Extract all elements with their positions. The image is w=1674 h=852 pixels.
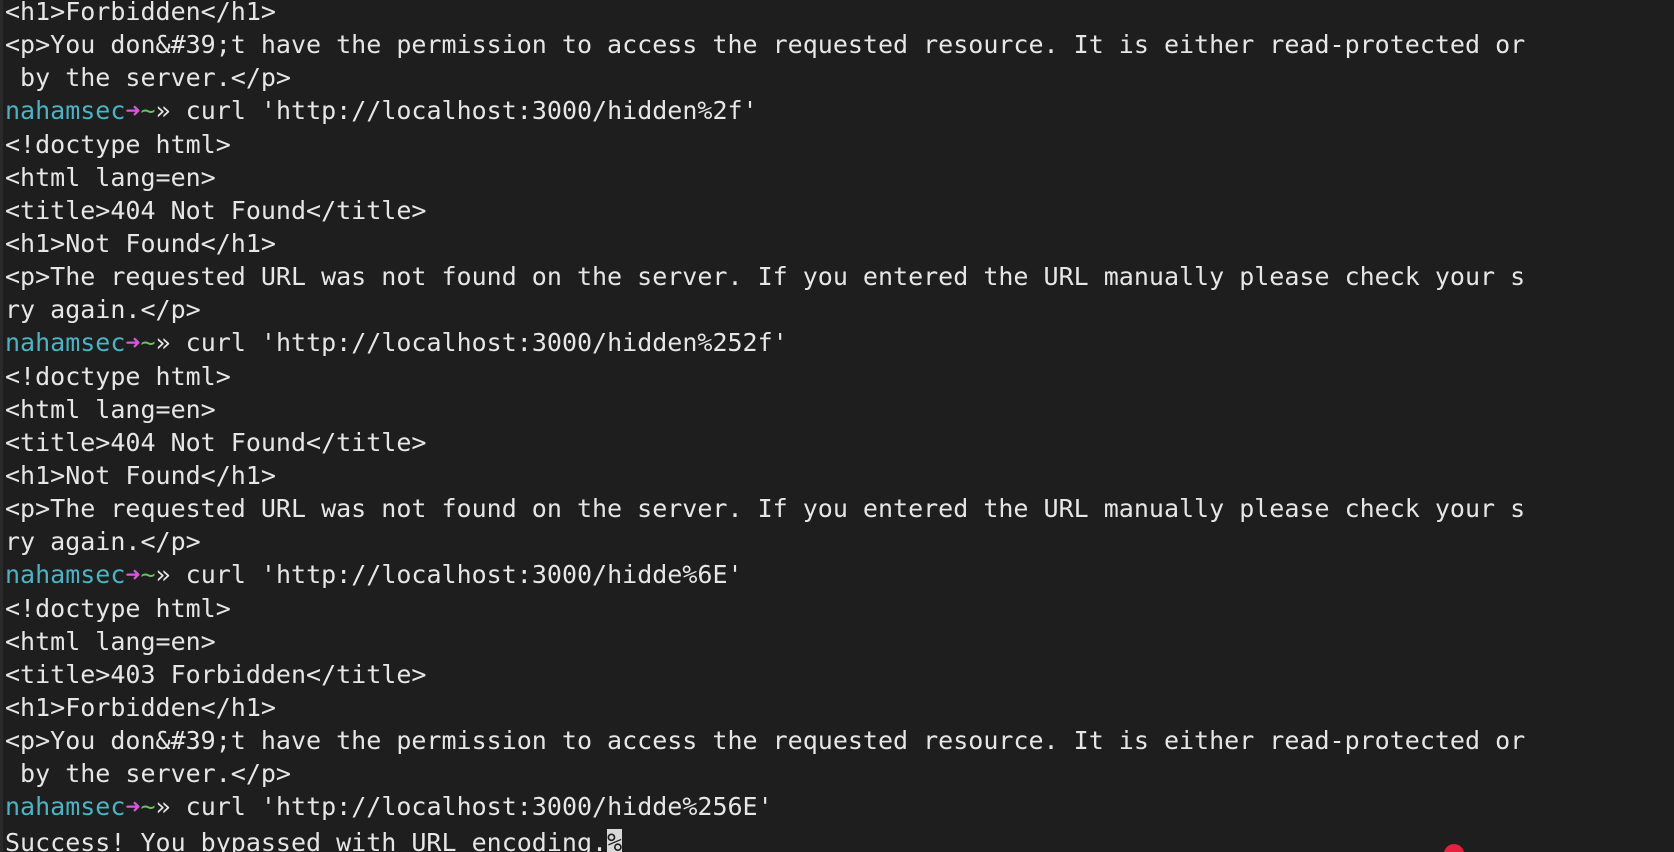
command-text: curl 'http://localhost:3000/hidden%252f' <box>170 328 788 358</box>
output-line-last: Success! You bypassed with URL encoding.… <box>5 827 1674 852</box>
output-text: <html lang=en> <box>5 162 216 192</box>
prompt-arrow-icon: ➜ <box>125 792 141 822</box>
prompt-dir: ~ <box>140 328 156 358</box>
terminal-window[interactable]: <h1>Forbidden</h1> <p>You don&#39;t have… <box>0 0 1674 852</box>
output-line: by the server.</p> <box>5 63 1674 99</box>
output-line: <html lang=en> <box>5 162 1674 199</box>
output-line: <h1>Not Found</h1> <box>5 460 1674 497</box>
output-text: <h1>Forbidden</h1> <box>5 692 276 722</box>
output-text: <html lang=en> <box>5 626 216 656</box>
prompt-dir: ~ <box>140 560 156 590</box>
command-text: curl 'http://localhost:3000/hidde%256E' <box>170 792 773 822</box>
prompt-user: nahamsec <box>5 560 126 590</box>
output-line: <title>404 Not Found</title> <box>5 427 1674 464</box>
output-line: by the server.</p> <box>5 759 1674 795</box>
output-line: <title>404 Not Found</title> <box>5 195 1674 232</box>
output-text: <title>404 Not Found</title> <box>5 427 427 457</box>
terminal-cursor[interactable]: % <box>607 828 623 852</box>
output-line: <!doctype html> <box>5 593 1674 630</box>
output-text: <p>The requested URL was not found on th… <box>5 262 1526 292</box>
prompt-chevron-icon: » <box>155 96 171 126</box>
output-line: <h1>Forbidden</h1> <box>5 0 1674 33</box>
prompt-user: nahamsec <box>5 328 126 358</box>
output-text: by the server.</p> <box>5 759 291 789</box>
output-text: <h1>Forbidden</h1> <box>5 0 276 26</box>
prompt-dir: ~ <box>140 792 156 822</box>
window-left-edge <box>0 0 3 852</box>
output-text: ry again.</p> <box>5 295 201 325</box>
prompt-chevron-icon: » <box>155 328 171 358</box>
output-text: <p>The requested URL was not found on th… <box>5 494 1526 524</box>
output-text: Success! You bypassed with URL encoding. <box>5 827 608 852</box>
output-text: <p>You don&#39;t have the permission to … <box>5 30 1526 60</box>
output-text: <title>404 Not Found</title> <box>5 195 427 225</box>
prompt-dir: ~ <box>140 96 156 126</box>
command-line: nahamsec➜~» curl 'http://localhost:3000/… <box>5 792 1674 828</box>
output-line: <html lang=en> <box>5 626 1674 663</box>
prompt-user: nahamsec <box>5 96 126 126</box>
prompt-arrow-icon: ➜ <box>125 560 141 590</box>
prompt-user: nahamsec <box>5 792 126 822</box>
output-text: by the server.</p> <box>5 63 291 93</box>
output-line: <title>403 Forbidden</title> <box>5 659 1674 696</box>
command-line: nahamsec➜~» curl 'http://localhost:3000/… <box>5 96 1674 132</box>
output-text: ry again.</p> <box>5 527 201 557</box>
output-text: <h1>Not Found</h1> <box>5 460 276 490</box>
output-line: <h1>Forbidden</h1> <box>5 692 1674 729</box>
output-text: <h1>Not Found</h1> <box>5 228 276 258</box>
output-text: <!doctype html> <box>5 129 231 159</box>
output-line: ry again.</p> <box>5 527 1674 563</box>
output-line: <!doctype html> <box>5 361 1674 398</box>
command-line: nahamsec➜~» curl 'http://localhost:3000/… <box>5 328 1674 364</box>
output-line: <!doctype html> <box>5 129 1674 166</box>
output-line: <p>The requested URL was not found on th… <box>5 494 1674 530</box>
output-line: <html lang=en> <box>5 394 1674 431</box>
output-text: <title>403 Forbidden</title> <box>5 659 427 689</box>
prompt-chevron-icon: » <box>155 560 171 590</box>
output-line: <p>You don&#39;t have the permission to … <box>5 30 1674 66</box>
output-text: <p>You don&#39;t have the permission to … <box>5 726 1526 756</box>
prompt-arrow-icon: ➜ <box>125 96 141 126</box>
prompt-arrow-icon: ➜ <box>125 328 141 358</box>
output-text: <!doctype html> <box>5 593 231 623</box>
output-text: <html lang=en> <box>5 394 216 424</box>
output-line: ry again.</p> <box>5 295 1674 331</box>
prompt-chevron-icon: » <box>155 792 171 822</box>
output-line: <p>You don&#39;t have the permission to … <box>5 726 1674 762</box>
command-line: nahamsec➜~» curl 'http://localhost:3000/… <box>5 560 1674 596</box>
output-line: <p>The requested URL was not found on th… <box>5 262 1674 298</box>
command-text: curl 'http://localhost:3000/hidden%2f' <box>170 96 758 126</box>
output-line: <h1>Not Found</h1> <box>5 228 1674 265</box>
command-text: curl 'http://localhost:3000/hidde%6E' <box>170 560 743 590</box>
output-text: <!doctype html> <box>5 361 231 391</box>
terminal-output: <h1>Forbidden</h1> <p>You don&#39;t have… <box>5 0 1674 852</box>
